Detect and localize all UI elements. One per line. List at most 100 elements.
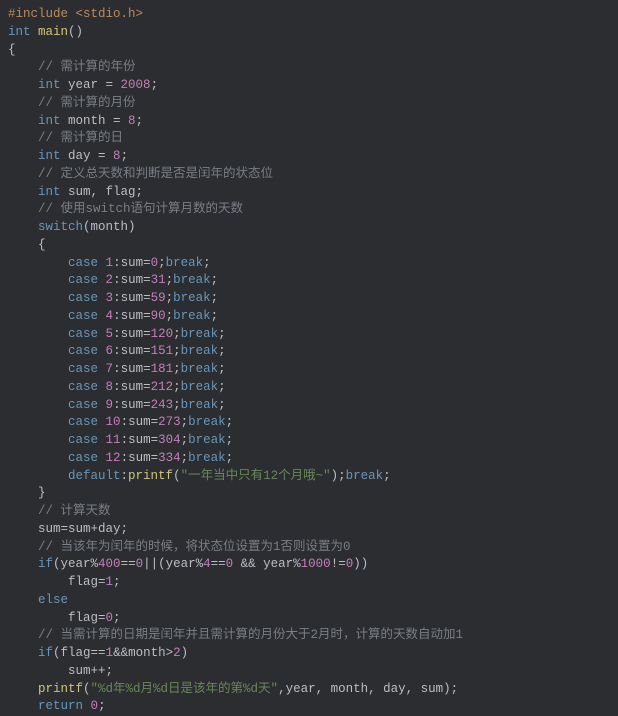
num: 4 xyxy=(203,557,211,571)
semi: ; xyxy=(173,398,181,412)
stmt-flag1: flag= xyxy=(68,575,106,589)
num: 0 xyxy=(136,557,144,571)
num: 8 xyxy=(106,380,114,394)
num: 31 xyxy=(151,273,166,287)
num: 1 xyxy=(106,575,114,589)
lparen: ( xyxy=(83,682,91,696)
colon: : xyxy=(121,469,129,483)
expr: (year% xyxy=(53,557,98,571)
kw-break: break xyxy=(181,380,219,394)
decl-year: year = xyxy=(61,78,121,92)
kw-int: int xyxy=(38,185,61,199)
expr: && year% xyxy=(233,557,301,571)
case-body: :sum= xyxy=(113,362,151,376)
decl-month: month = xyxy=(61,114,129,128)
num: 1 xyxy=(106,256,114,270)
num: 59 xyxy=(151,291,166,305)
semi: ; xyxy=(218,380,226,394)
num: 3 xyxy=(106,291,114,305)
kw-case: case xyxy=(68,309,98,323)
semi: ; xyxy=(181,451,189,465)
kw-case: case xyxy=(68,433,98,447)
kw-break: break xyxy=(188,433,226,447)
expr: &&month> xyxy=(113,646,173,660)
num-8: 8 xyxy=(113,149,121,163)
lbrace: { xyxy=(38,238,46,252)
comment: // 当该年为闰年的时候，将状态位设置为1否则设置为0 xyxy=(38,540,351,554)
kw-switch: switch xyxy=(38,220,83,234)
semi: ; xyxy=(181,415,189,429)
semi: ; xyxy=(166,273,174,287)
comment: // 需计算的年份 xyxy=(38,60,136,74)
stmt-sumday: sum=sum+day; xyxy=(38,522,128,536)
semi: ; xyxy=(121,149,129,163)
num: 11 xyxy=(106,433,121,447)
semi: ; xyxy=(211,291,219,305)
parens-empty: () xyxy=(68,25,83,39)
printf-args: ,year, month, day, sum); xyxy=(278,682,458,696)
comment: // 定义总天数和判断是否是闰年的状态位 xyxy=(38,167,273,181)
case-body: :sum= xyxy=(121,451,159,465)
semi: ; xyxy=(151,78,159,92)
kw-else: else xyxy=(38,593,68,607)
kw-break: break xyxy=(346,469,384,483)
expr: == xyxy=(121,557,136,571)
case-body: :sum= xyxy=(121,433,159,447)
expr: == xyxy=(211,557,226,571)
kw-break: break xyxy=(166,256,204,270)
semi: ; xyxy=(173,362,181,376)
num: 273 xyxy=(158,415,181,429)
num: 400 xyxy=(98,557,121,571)
kw-case: case xyxy=(68,380,98,394)
semi: ; xyxy=(226,451,234,465)
case-body: :sum= xyxy=(113,309,151,323)
semi: ; xyxy=(98,699,106,713)
num: 0 xyxy=(151,256,159,270)
semi: ; xyxy=(218,344,226,358)
kw-break: break xyxy=(188,451,226,465)
kw-return: return xyxy=(38,699,83,713)
num: 181 xyxy=(151,362,174,376)
num: 243 xyxy=(151,398,174,412)
num: 90 xyxy=(151,309,166,323)
semi: ; xyxy=(166,309,174,323)
semi: ; xyxy=(226,433,234,447)
case-body: :sum= xyxy=(113,273,151,287)
preprocessor-include: #include <stdio.h> xyxy=(8,7,143,21)
num: 5 xyxy=(106,327,114,341)
rparen-semi: ); xyxy=(331,469,346,483)
kw-case: case xyxy=(68,362,98,376)
num: 1 xyxy=(106,646,114,660)
num: 304 xyxy=(158,433,181,447)
kw-break: break xyxy=(181,344,219,358)
semi: ; xyxy=(218,362,226,376)
decl-day: day = xyxy=(61,149,114,163)
num: 10 xyxy=(106,415,121,429)
num: 9 xyxy=(106,398,114,412)
expr: != xyxy=(331,557,346,571)
num: 6 xyxy=(106,344,114,358)
semi: ; xyxy=(166,291,174,305)
case-body: :sum= xyxy=(113,398,151,412)
switch-expr: (month) xyxy=(83,220,136,234)
comment: // 当需计算的日期是闰年并且需计算的月份大于2月时，计算的天数自动加1 xyxy=(38,628,463,642)
expr: ||(year% xyxy=(143,557,203,571)
kw-break: break xyxy=(188,415,226,429)
semi: ; xyxy=(218,398,226,412)
num: 2 xyxy=(173,646,181,660)
semi: ; xyxy=(173,327,181,341)
kw-int: int xyxy=(38,78,61,92)
stmt-flag0: flag= xyxy=(68,611,106,625)
kw-break: break xyxy=(181,362,219,376)
code-block: #include <stdio.h> int main() { // 需计算的年… xyxy=(0,0,618,716)
kw-default: default xyxy=(68,469,121,483)
kw-break: break xyxy=(173,273,211,287)
num-8: 8 xyxy=(128,114,136,128)
semi: ; xyxy=(203,256,211,270)
string-literal: "一年当中只有12个月哦~" xyxy=(181,469,331,483)
kw-if: if xyxy=(38,646,53,660)
case-body: :sum= xyxy=(113,291,151,305)
case-body: :sum= xyxy=(121,415,159,429)
semi: ; xyxy=(113,611,121,625)
semi: ; xyxy=(211,273,219,287)
